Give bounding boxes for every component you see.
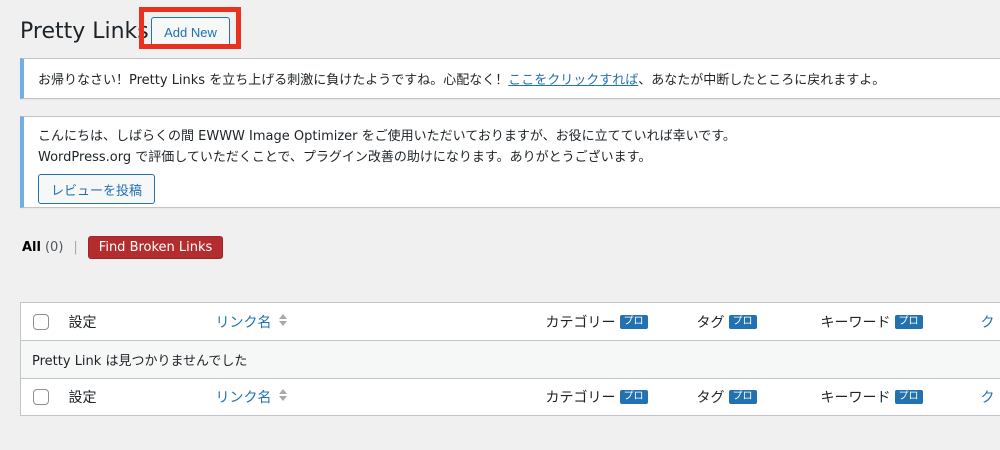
col-category: カテゴリー プロ <box>546 303 697 341</box>
filter-all-count: (0) <box>44 239 64 255</box>
review-notice-line2: WordPress.org で評価していただくことで、プラグイン改善の助けになり… <box>38 150 652 165</box>
col-cut-off[interactable]: ク <box>981 303 1000 341</box>
table-footer-row: 設定 リンク名 カテゴリー プロ タグ プロ キーワード プロ ク <box>20 378 1000 416</box>
col-cut-off-footer[interactable]: ク <box>981 379 1000 416</box>
col-cut-off-label[interactable]: ク <box>981 315 995 331</box>
sort-icon[interactable] <box>278 313 288 331</box>
welcome-back-text: お帰りなさい！Pretty Links を立ち上げる刺激に負けたようですね。心配… <box>38 69 885 88</box>
col-tag: タグ プロ <box>697 303 821 341</box>
welcome-back-notice: お帰りなさい！Pretty Links を立ち上げる刺激に負けたようですね。心配… <box>20 58 1000 99</box>
col-keyword-label: キーワード <box>820 314 891 331</box>
find-broken-links-button[interactable]: Find Broken Links <box>87 235 224 259</box>
col-link-name-label[interactable]: リンク名 <box>216 315 272 331</box>
col-keyword-footer: キーワード プロ <box>821 379 981 416</box>
pro-badge: プロ <box>728 314 757 329</box>
status-filters: All (0) | Find Broken Links <box>22 235 224 259</box>
col-settings-footer: 設定 <box>68 390 97 406</box>
pro-badge: プロ <box>894 314 923 329</box>
col-link-name[interactable]: リンク名 <box>216 303 546 341</box>
col-link-name-footer-label[interactable]: リンク名 <box>216 390 272 406</box>
select-all-cell-footer <box>21 379 57 416</box>
table-header-row: 設定 リンク名 カテゴリー プロ タグ プロ キーワード プロ ク <box>20 303 1000 341</box>
review-request-notice: こんにちは、しばらくの間 EWWW Image Optimizer をご使用いた… <box>20 116 1000 208</box>
filter-separator: | <box>73 239 78 255</box>
pro-badge: プロ <box>728 390 757 404</box>
col-settings: 設定 <box>68 314 97 331</box>
empty-message: Pretty Link は見つかりませんでした <box>32 354 248 369</box>
col-category-footer: カテゴリー プロ <box>546 379 697 416</box>
notice-text-before: お帰りなさい！Pretty Links を立ち上げる刺激に負けたようですね。心配… <box>38 73 509 88</box>
select-all-checkbox[interactable] <box>33 313 49 330</box>
pro-badge: プロ <box>894 390 923 404</box>
resume-link[interactable]: ここをクリックすれば <box>508 73 638 88</box>
select-all-checkbox-footer[interactable] <box>33 389 49 405</box>
col-tag-footer-label: タグ <box>696 390 725 406</box>
pro-badge: プロ <box>619 390 648 404</box>
links-table: 設定 リンク名 カテゴリー プロ タグ プロ キーワード プロ ク Pretty Li… <box>20 302 1000 416</box>
page-title: Pretty Links <box>20 19 149 44</box>
col-link-name-footer[interactable]: リンク名 <box>216 379 546 416</box>
col-category-footer-label: カテゴリー <box>545 390 616 406</box>
col-tag-footer: タグ プロ <box>697 379 821 416</box>
notice-text-after: 、あなたが中断したところに戻れますよ。 <box>638 73 886 88</box>
table-row: Pretty Link は見つかりませんでした <box>20 340 1000 379</box>
review-notice-line1: こんにちは、しばらくの間 EWWW Image Optimizer をご使用いた… <box>38 129 736 144</box>
filter-all[interactable]: All <box>22 240 41 255</box>
select-all-cell <box>21 303 57 341</box>
sort-icon[interactable] <box>278 388 288 406</box>
col-category-label: カテゴリー <box>545 314 616 331</box>
pro-badge: プロ <box>619 314 648 329</box>
write-review-button[interactable]: レビューを投稿 <box>38 174 156 204</box>
col-keyword-footer-label: キーワード <box>820 390 891 406</box>
col-cut-off-footer-label[interactable]: ク <box>981 390 995 406</box>
highlight-box <box>139 7 241 49</box>
col-keyword: キーワード プロ <box>821 303 981 341</box>
col-tag-label: タグ <box>696 314 725 331</box>
